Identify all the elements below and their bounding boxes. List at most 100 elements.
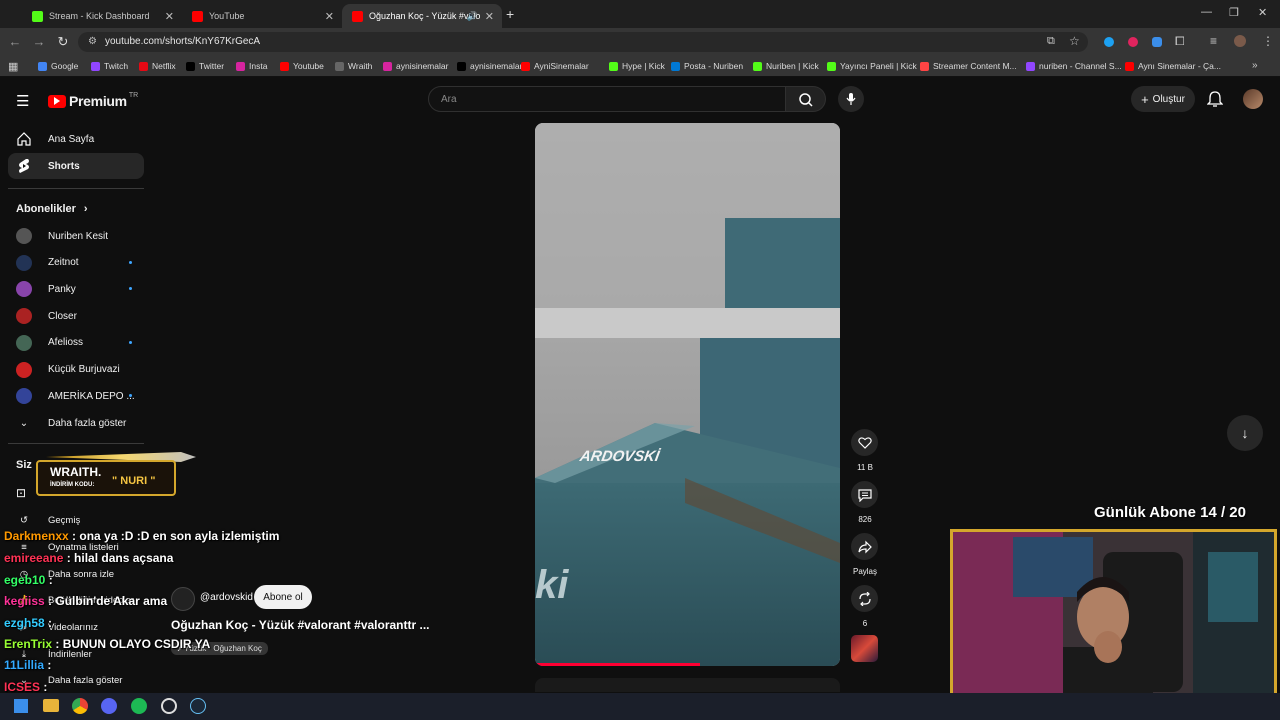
forward-icon[interactable]: → <box>31 34 47 50</box>
sidebar-item-shorts-row[interactable]: Shorts <box>16 158 80 174</box>
extension-icon[interactable] <box>1104 37 1114 47</box>
extension-icon[interactable] <box>1128 37 1138 47</box>
search-input[interactable]: Ara <box>428 86 786 112</box>
channel-avatar <box>16 281 32 298</box>
bookmark-item[interactable]: Aynı Sinemalar - Ça... <box>1125 61 1221 71</box>
bookmark-item[interactable]: AyniSinemalar <box>521 61 589 71</box>
plus-icon: + <box>1141 91 1149 107</box>
short-title[interactable]: Oğuzhan Koç - Yüzük #valorant #valorantt… <box>171 618 430 632</box>
new-tab-button[interactable]: + <box>506 6 514 22</box>
bookmark-item[interactable]: Twitter <box>186 61 224 71</box>
tab-kick-dashboard[interactable]: Stream - Kick Dashboard ✕ <box>22 4 182 28</box>
spotify-icon[interactable] <box>131 698 147 714</box>
you-section-header[interactable]: Siz <box>16 459 32 471</box>
bookmark-item[interactable]: Nuriben | Kick <box>753 61 819 71</box>
apps-grid-icon[interactable]: ▦ <box>8 60 18 73</box>
file-explorer-icon[interactable] <box>43 699 59 712</box>
site-info-icon[interactable]: ⚙ <box>88 36 97 47</box>
chat-text: : ona ya :D :D en son ayla izlemiştim <box>68 529 280 543</box>
bookmark-favicon-icon <box>521 61 530 71</box>
bookmark-item[interactable]: aynisinemalar <box>457 61 522 71</box>
minimize-icon[interactable]: — <box>1201 6 1212 18</box>
notifications-button[interactable] <box>1206 90 1224 113</box>
start-menu-icon[interactable] <box>14 699 28 713</box>
chat-message: ezgh58 : <box>4 616 52 630</box>
browser-menu-icon[interactable]: ⋮ <box>1262 34 1274 48</box>
media-controls-icon[interactable]: ≡ <box>1210 34 1217 48</box>
next-short-button[interactable]: ↓ <box>1227 415 1263 451</box>
url-text[interactable]: youtube.com/shorts/KnY67KrGecA <box>105 36 260 47</box>
youtube-premium-logo[interactable]: Premium TR <box>48 92 138 109</box>
extension-icon[interactable] <box>1152 37 1162 47</box>
sidebar-subscription-item[interactable]: AMERİKA DEPO ... <box>16 388 135 405</box>
bookmark-star-icon[interactable]: ☆ <box>1069 34 1080 48</box>
sidebar-subscription-item[interactable]: Closer <box>16 308 77 325</box>
sidebar-subscription-item[interactable]: Zeitnot <box>16 254 79 271</box>
sidebar-subscription-item[interactable]: Afelioss <box>16 334 83 351</box>
subscribe-button[interactable]: Abone ol <box>254 585 312 609</box>
sidebar-item-home-row[interactable]: Ana Sayfa <box>16 131 94 147</box>
more-bookmarks-icon[interactable]: » <box>1252 60 1258 71</box>
steam-icon[interactable] <box>190 698 206 714</box>
youtube-logo-icon <box>48 94 66 108</box>
sidebar-subscription-item[interactable]: Nuriben Kesit <box>16 228 108 244</box>
back-icon[interactable]: ← <box>7 34 23 50</box>
bookmark-item[interactable]: Insta <box>236 61 267 71</box>
channel-avatar[interactable] <box>171 587 195 611</box>
music-thumbnail[interactable] <box>851 635 878 662</box>
voice-search-button[interactable] <box>838 86 864 112</box>
sidebar-divider <box>8 188 144 189</box>
share-button[interactable] <box>851 533 878 560</box>
chat-text: : Gülbin'de Akar ama <box>44 594 168 608</box>
tab-youtube[interactable]: YouTube ✕ <box>182 4 342 28</box>
close-tab-icon[interactable]: ✕ <box>485 10 494 23</box>
reload-icon[interactable]: ↻ <box>55 34 71 50</box>
menu-hamburger-icon[interactable]: ☰ <box>16 92 29 110</box>
sidebar-subscription-item[interactable]: Küçük Burjuvazi <box>16 361 120 378</box>
audio-playing-icon[interactable]: 🔊 <box>467 11 478 22</box>
your-channel-icon[interactable]: ⊡ <box>16 486 26 500</box>
close-tab-icon[interactable]: ✕ <box>325 10 334 23</box>
profile-avatar[interactable] <box>1234 35 1246 47</box>
bookmark-item[interactable]: Posta - Nuriben <box>671 61 743 71</box>
close-tab-icon[interactable]: ✕ <box>165 10 174 23</box>
create-button[interactable]: + Oluştur <box>1131 86 1195 112</box>
discord-icon[interactable] <box>101 698 117 714</box>
account-avatar[interactable] <box>1243 89 1263 109</box>
search-button[interactable] <box>786 86 826 112</box>
chrome-icon[interactable] <box>72 698 88 714</box>
bookmark-item[interactable]: Youtube <box>280 61 324 71</box>
maximize-icon[interactable]: ❐ <box>1229 6 1239 19</box>
subscriptions-header[interactable]: Abonelikler › <box>16 203 88 215</box>
bookmark-item[interactable]: Google <box>38 61 78 71</box>
bookmark-item[interactable]: Twitch <box>91 61 128 71</box>
kick-icon <box>32 10 43 22</box>
short-video-player[interactable]: ARDOVSKİ ki <box>535 123 840 666</box>
obs-icon[interactable] <box>161 698 177 714</box>
sidebar-you-item[interactable]: ↺ Geçmiş <box>16 512 80 528</box>
bookmark-item[interactable]: Wraith <box>335 61 372 71</box>
close-window-icon[interactable]: ✕ <box>1258 6 1267 19</box>
install-app-icon[interactable]: ⧉ <box>1047 35 1055 48</box>
next-short-peek[interactable] <box>535 678 840 692</box>
tab-short-active[interactable]: Oğuzhan Koç - Yüzük #valo 🔊 ✕ <box>342 4 502 28</box>
bookmark-favicon-icon <box>457 61 466 71</box>
bookmark-item[interactable]: nuriben - Channel S... <box>1026 61 1122 71</box>
bookmark-favicon-icon <box>91 61 100 71</box>
sidebar-subscription-item[interactable]: Panky <box>16 281 76 298</box>
extensions-puzzle-icon[interactable]: ⧠ <box>1175 34 1185 49</box>
bookmark-favicon-icon <box>827 61 836 71</box>
arrow-down-icon: ↓ <box>1241 425 1249 441</box>
bookmark-item[interactable]: Netflix <box>139 61 176 71</box>
show-more-subscriptions[interactable]: ⌄ Daha fazla göster <box>16 415 127 431</box>
chat-username: 11Lillia <box>4 658 45 672</box>
bookmark-item[interactable]: Yayıncı Paneli | Kick <box>827 61 917 71</box>
bookmark-item[interactable]: Streamer Content M... <box>920 61 1017 71</box>
comments-button[interactable] <box>851 481 878 508</box>
remix-button[interactable] <box>851 585 878 612</box>
bookmark-favicon-icon <box>671 61 680 71</box>
bookmark-item[interactable]: aynisinemalar <box>383 61 448 71</box>
channel-handle[interactable]: @ardovskid <box>200 592 253 603</box>
like-button[interactable] <box>851 429 878 456</box>
bookmark-item[interactable]: Hype | Kick <box>609 61 665 71</box>
